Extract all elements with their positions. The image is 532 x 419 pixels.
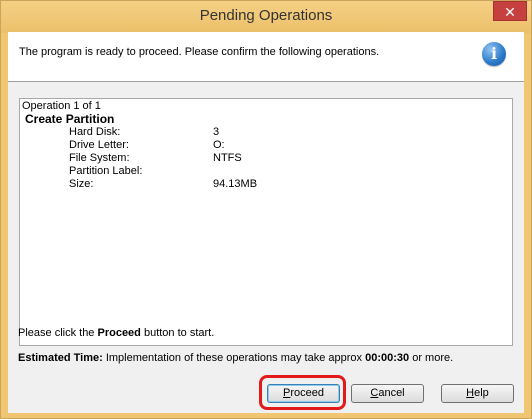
detail-label: File System: — [69, 152, 130, 164]
operation-counter: Operation 1 of 1 — [22, 100, 101, 112]
confirm-message: The program is ready to proceed. Please … — [19, 46, 380, 58]
estimated-time-value: 00:00:30 — [365, 352, 410, 364]
detail-value: 94.13MB — [213, 178, 258, 190]
window-title: Pending Operations — [199, 7, 333, 24]
start-instruction: Please click the Proceed button to start… — [18, 327, 215, 339]
close-button[interactable]: ✕ — [493, 1, 527, 21]
detail-row-partition-label: Partition Label: — [69, 165, 489, 178]
proceed-button[interactable]: Proceed — [267, 384, 340, 403]
detail-value: O: — [213, 139, 225, 151]
detail-label: Partition Label: — [69, 165, 143, 177]
info-icon: i — [482, 42, 506, 66]
detail-label: Size: — [69, 178, 94, 190]
pending-operations-dialog: Pending Operations ✕ The program is read… — [0, 0, 532, 419]
operation-action: Create Partition — [25, 112, 115, 126]
detail-row-size: Size: 94.13MB — [69, 178, 489, 191]
cancel-button[interactable]: Cancel — [351, 384, 424, 403]
detail-label: Hard Disk: — [69, 126, 121, 138]
title-bar[interactable]: Pending Operations ✕ — [1, 1, 531, 33]
estimated-time: Estimated Time: Implementation of these … — [18, 352, 454, 364]
detail-value: NTFS — [213, 152, 242, 164]
close-icon: ✕ — [504, 4, 516, 20]
operations-list[interactable]: Operation 1 of 1 Create Partition Hard D… — [19, 98, 513, 346]
estimated-time-label: Estimated Time: — [18, 352, 103, 364]
dialog-header: The program is ready to proceed. Please … — [8, 32, 524, 82]
detail-row-drive-letter: Drive Letter: O: — [69, 139, 489, 152]
detail-value: 3 — [213, 126, 220, 138]
detail-row-hard-disk: Hard Disk: 3 — [69, 126, 489, 139]
detail-label: Drive Letter: — [69, 139, 129, 151]
dialog-body: The program is ready to proceed. Please … — [8, 32, 524, 413]
help-button[interactable]: Help — [441, 384, 514, 403]
detail-row-file-system: File System: NTFS — [69, 152, 489, 165]
